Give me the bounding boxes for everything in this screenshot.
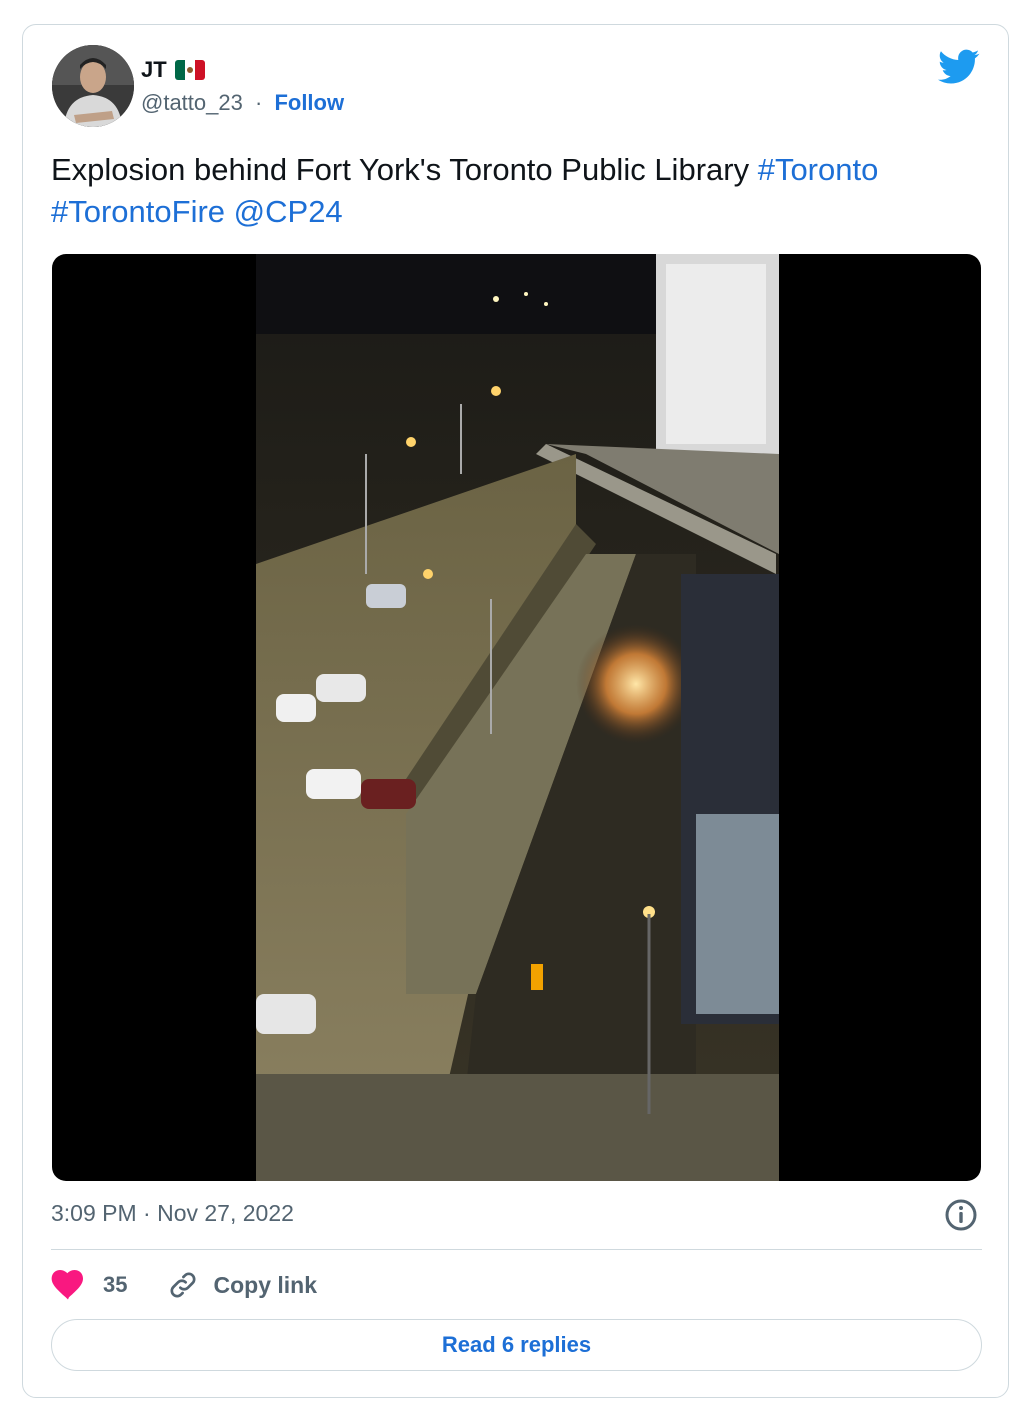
tweet-text: Explosion behind Fort York's Toronto Pub… <box>51 149 981 233</box>
video-player[interactable] <box>52 254 981 1181</box>
video-thumbnail <box>256 254 779 1181</box>
tweet-body: Explosion behind Fort York's Toronto Pub… <box>51 152 758 187</box>
like-count: 35 <box>103 1272 128 1297</box>
like-button[interactable]: 35 <box>51 1270 127 1300</box>
hashtag-torontofire[interactable]: #TorontoFire <box>51 194 225 229</box>
link-icon <box>171 1272 196 1298</box>
mention-cp24[interactable]: @CP24 <box>234 194 343 229</box>
author-handle-row: @tatto_23 · Follow <box>141 90 344 116</box>
hashtag-toronto[interactable]: #Toronto <box>758 152 879 187</box>
follow-button[interactable]: Follow <box>274 90 344 115</box>
separator-dot: · <box>254 90 263 115</box>
copy-link-button[interactable]: Copy link <box>167 1269 317 1301</box>
read-replies-button[interactable]: Read 6 replies <box>51 1319 982 1371</box>
tweet-timestamp[interactable]: 3:09 PM · Nov 27, 2022 <box>51 1200 294 1227</box>
divider <box>51 1249 982 1250</box>
info-icon[interactable] <box>944 1198 978 1232</box>
tweet-card: JT @tatto_23 · Follow Explosion behind F… <box>22 24 1009 1398</box>
author-name-row: JT <box>141 57 205 83</box>
copy-link-label: Copy link <box>213 1271 317 1298</box>
mexico-flag-icon <box>174 60 205 80</box>
read-replies-label: Read 6 replies <box>441 1332 592 1357</box>
avatar[interactable] <box>52 45 134 127</box>
heart-icon <box>51 1270 83 1300</box>
action-bar: 35 Copy link <box>51 1265 317 1305</box>
author-handle[interactable]: @tatto_23 <box>141 90 243 115</box>
twitter-bird-icon[interactable] <box>938 49 980 85</box>
author-name[interactable]: JT <box>141 57 167 83</box>
